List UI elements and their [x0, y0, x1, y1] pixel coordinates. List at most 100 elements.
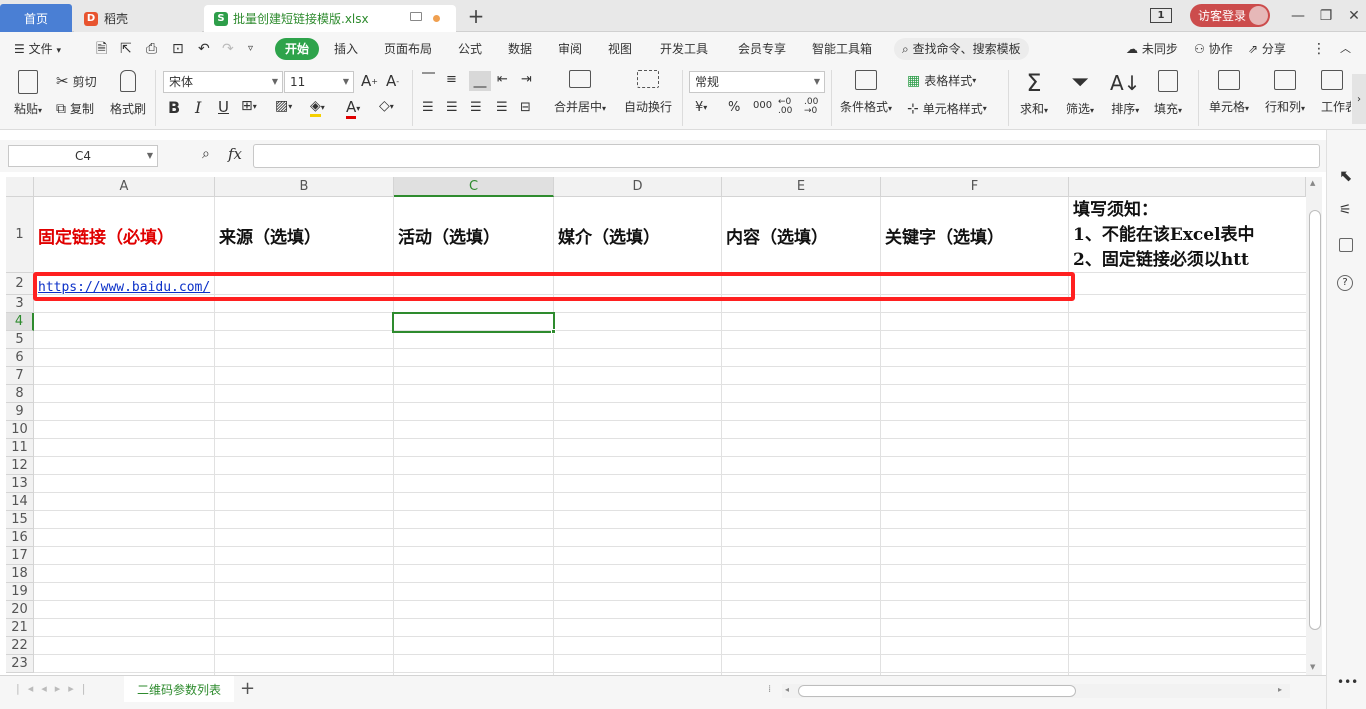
column-header-e[interactable]: E	[722, 177, 881, 197]
font-shrink-icon[interactable]: A-	[386, 72, 399, 90]
row-header[interactable]: 20	[6, 601, 34, 619]
fill-color-icon[interactable]: ◈ ▾	[310, 98, 325, 117]
undo-icon[interactable]: ↶	[198, 38, 210, 60]
monitor-icon[interactable]	[410, 12, 422, 21]
command-search[interactable]: ⌕ 查找命令、搜索模板	[894, 38, 1029, 60]
cut-button[interactable]: ✂ 剪切	[56, 72, 97, 90]
tab-page-layout[interactable]: 页面布局	[384, 38, 432, 60]
align-bottom-icon[interactable]: ⎽	[469, 71, 491, 91]
close-icon[interactable]: ✕	[1340, 4, 1366, 28]
cell-style-button[interactable]: ⊹ 单元格样式 ▾	[907, 100, 987, 117]
decrease-decimal-icon[interactable]: .00 →0	[804, 98, 818, 116]
conditional-format-button[interactable]: 条件格式▾	[840, 70, 892, 115]
selected-cell-c4[interactable]	[392, 312, 555, 333]
rows-cols-button[interactable]: 行和列▾	[1265, 70, 1305, 115]
row-header[interactable]: 7	[6, 367, 34, 385]
sheet-tab-qr-params[interactable]: 二维码参数列表	[124, 676, 234, 702]
row-header[interactable]: 14	[6, 493, 34, 511]
table-style-button[interactable]: ▦ 表格样式 ▾	[907, 72, 976, 89]
column-header-c[interactable]: C	[394, 177, 554, 197]
increase-decimal-icon[interactable]: ←0.00	[778, 98, 792, 116]
tab-start[interactable]: 开始	[275, 38, 320, 60]
export-icon[interactable]: ⇱	[120, 38, 132, 60]
cell-g1-notes[interactable]: 填写须知： 1、不能在该Excel表中 2、固定链接必须以htt	[1069, 198, 1306, 272]
worksheet-button[interactable]: 工作表	[1321, 70, 1351, 115]
formula-input[interactable]	[253, 144, 1320, 168]
distributed-icon[interactable]: ⊟	[520, 100, 531, 115]
tab-formula[interactable]: 公式	[458, 38, 482, 60]
align-top-icon[interactable]: ⎺	[422, 72, 435, 87]
font-size-select[interactable]: 11 ▼	[284, 71, 354, 93]
row-header[interactable]: 10	[6, 421, 34, 439]
currency-icon[interactable]: ¥ ▾	[695, 100, 707, 115]
row-header[interactable]: 3	[6, 295, 34, 313]
fill-handle[interactable]	[551, 329, 556, 334]
column-header-g[interactable]	[1069, 177, 1306, 197]
align-right-icon[interactable]: ☰	[470, 100, 482, 115]
tab-developer[interactable]: 开发工具	[660, 38, 708, 60]
quick-access-dropdown-icon[interactable]: ▿	[248, 38, 253, 60]
thousands-icon[interactable]: 000	[753, 100, 772, 111]
row-header[interactable]: 5	[6, 331, 34, 349]
font-color-icon[interactable]: A ▾	[346, 98, 360, 119]
file-menu[interactable]: ☰ 文件 ▾	[14, 38, 61, 60]
visitor-login-button[interactable]: 访客登录	[1190, 4, 1270, 27]
print-preview-icon[interactable]: ⊡	[172, 38, 184, 60]
sheet-nav-icons[interactable]: |◂◂▸▸|	[16, 682, 94, 695]
help-icon[interactable]: ?	[1337, 275, 1353, 291]
row-header[interactable]: 21	[6, 619, 34, 637]
sync-status[interactable]: ☁ 未同步	[1126, 38, 1178, 60]
cell-e1[interactable]: 内容（选填）	[722, 198, 880, 272]
minimize-icon[interactable]: —	[1284, 4, 1312, 28]
align-middle-icon[interactable]: ≡	[446, 72, 457, 87]
fill-button[interactable]: 填充▾	[1154, 70, 1182, 117]
indent-increase-icon[interactable]: ⇥	[521, 72, 532, 87]
border-icon[interactable]: ⊞ ▾	[241, 98, 257, 114]
tab-review[interactable]: 审阅	[558, 38, 582, 60]
align-left-icon[interactable]: ☰	[422, 100, 434, 115]
column-header-d[interactable]: D	[554, 177, 722, 197]
sum-button[interactable]: Σ 求和▾	[1020, 70, 1048, 117]
tab-file[interactable]: S 批量创建短链接模版.xlsx	[204, 5, 456, 32]
vertical-scroll-thumb[interactable]	[1309, 210, 1321, 630]
row-header[interactable]: 15	[6, 511, 34, 529]
share-button[interactable]: ⇗ 分享	[1248, 38, 1286, 60]
cell-a1[interactable]: 固定链接（必填）	[34, 198, 215, 272]
row-header[interactable]: 16	[6, 529, 34, 547]
bold-icon[interactable]: B	[168, 98, 180, 117]
settings-sliders-icon[interactable]: ⚟	[1339, 202, 1352, 218]
auto-wrap-button[interactable]: 自动换行	[624, 70, 672, 115]
row-header[interactable]: 6	[6, 349, 34, 367]
window-count-badge[interactable]: 1	[1150, 8, 1172, 23]
add-sheet-icon[interactable]: +	[240, 678, 255, 699]
format-painter-button[interactable]: 格式刷	[110, 70, 146, 117]
indent-decrease-icon[interactable]: ⇤	[497, 72, 508, 87]
filter-button[interactable]: ⏷ 筛选▾	[1066, 70, 1094, 117]
ribbon-scroll-right-icon[interactable]: ›	[1352, 74, 1366, 124]
justify-icon[interactable]: ☰	[496, 100, 508, 115]
fx-icon[interactable]: fx	[228, 145, 242, 163]
align-center-icon[interactable]: ☰	[446, 100, 458, 115]
number-format-select[interactable]: 常规 ▼	[689, 71, 825, 93]
cell-d1[interactable]: 媒介（选填）	[554, 198, 721, 272]
column-header-b[interactable]: B	[215, 177, 394, 197]
cell-button[interactable]: 单元格▾	[1209, 70, 1249, 115]
column-header-a[interactable]: A	[34, 177, 215, 197]
select-all-corner[interactable]	[6, 177, 34, 197]
percent-icon[interactable]: %	[728, 100, 740, 115]
paste-button[interactable]: 粘贴▾	[14, 70, 42, 117]
copy-button[interactable]: ⧉ 复制	[56, 100, 94, 117]
save-icon[interactable]: 🗎	[96, 38, 107, 60]
row-header[interactable]: 12	[6, 457, 34, 475]
row-header[interactable]: 18	[6, 565, 34, 583]
name-box[interactable]: C4 ▼	[8, 145, 158, 167]
tab-home[interactable]: 首页	[0, 4, 72, 32]
tab-data[interactable]: 数据	[508, 38, 532, 60]
row-header[interactable]: 4	[6, 313, 34, 331]
row-header[interactable]: 9	[6, 403, 34, 421]
cell-b1[interactable]: 来源（选填）	[215, 198, 393, 272]
row-header[interactable]: 23	[6, 655, 34, 673]
row-header[interactable]: 11	[6, 439, 34, 457]
cell-f1[interactable]: 关键字（选填）	[881, 198, 1068, 272]
scroll-up-icon[interactable]: ▲	[1310, 179, 1315, 187]
